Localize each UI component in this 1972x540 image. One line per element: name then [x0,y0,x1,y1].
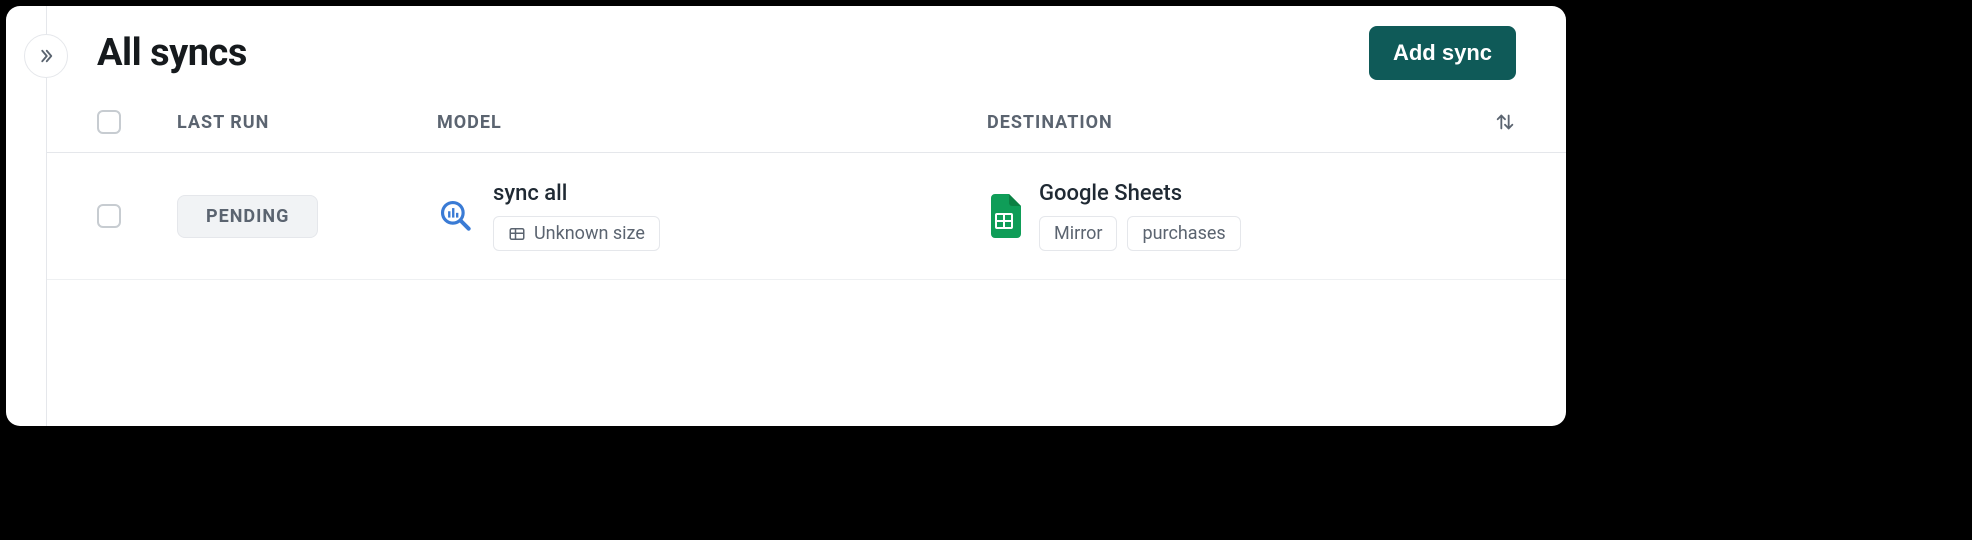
main-content: All syncs Add sync LAST RUN MODEL DESTIN… [47,6,1566,426]
bigquery-icon [437,197,475,235]
destination-body: Google Sheets Mirror purchases [1039,181,1241,251]
model-name: sync all [493,181,660,206]
status-badge: PENDING [177,195,318,238]
sort-icon [1494,111,1516,133]
chevron-double-right-icon [37,47,55,65]
add-sync-button[interactable]: Add sync [1369,26,1516,80]
destination-tag: purchases [1127,216,1240,251]
column-last-run[interactable]: LAST RUN [177,112,437,133]
google-sheets-icon [987,194,1021,238]
expand-sidebar-button[interactable] [24,34,68,78]
model-body: sync all Unknown size [493,181,660,251]
select-all-cell [97,110,177,134]
table-header-row: LAST RUN MODEL DESTINATION [47,100,1566,153]
app-window: All syncs Add sync LAST RUN MODEL DESTIN… [6,6,1566,426]
table-icon [508,225,526,243]
row-checkbox-cell [97,204,177,228]
select-all-checkbox[interactable] [97,110,121,134]
column-model[interactable]: MODEL [437,112,987,133]
model-size-label: Unknown size [534,223,645,244]
column-destination[interactable]: DESTINATION [987,112,1456,133]
page-header: All syncs Add sync [47,6,1566,100]
page-title: All syncs [97,31,247,75]
destination-name: Google Sheets [1039,181,1241,206]
model-size-chip: Unknown size [493,216,660,251]
table-row[interactable]: PENDING sync all [47,153,1566,280]
destination-tag: Mirror [1039,216,1117,251]
sort-button[interactable] [1456,111,1516,133]
destination-cell: Google Sheets Mirror purchases [987,181,1456,251]
model-cell: sync all Unknown size [437,181,987,251]
last-run-cell: PENDING [177,195,437,238]
row-checkbox[interactable] [97,204,121,228]
destination-tags: Mirror purchases [1039,216,1241,251]
